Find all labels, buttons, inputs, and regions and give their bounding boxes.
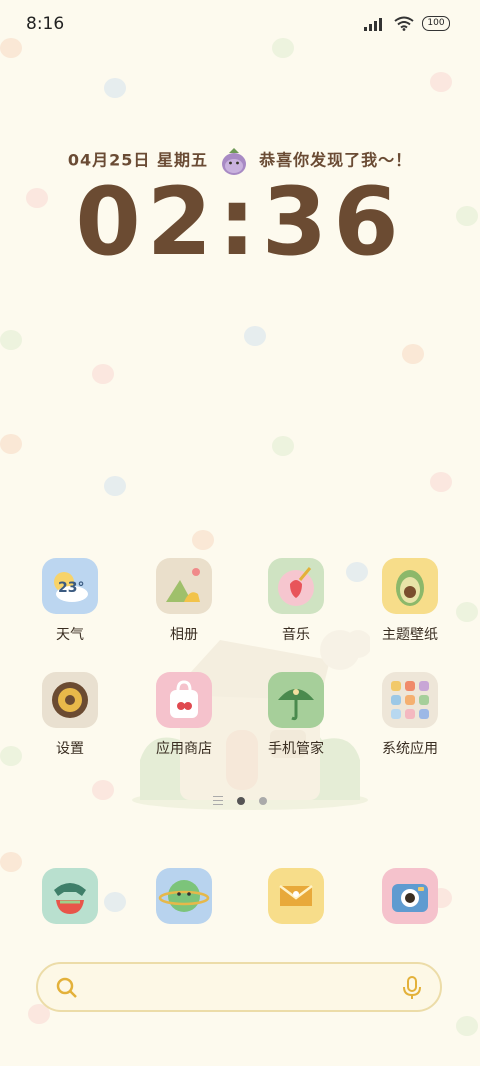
weather-temp: 23° <box>58 580 84 596</box>
easter-egg-message: 恭喜你发现了我～！ <box>259 150 413 170</box>
app-label: 音乐 <box>282 627 310 643</box>
page-dot-active[interactable] <box>237 796 245 805</box>
clock-display[interactable]: 02:36 <box>0 168 480 277</box>
system-apps-folder-icon <box>382 672 438 728</box>
app-label: 手机管家 <box>268 741 324 757</box>
app-settings[interactable]: 设置 <box>20 672 120 758</box>
background-dot <box>192 530 214 550</box>
app-phone-manager[interactable]: 手机管家 <box>246 672 346 758</box>
background-dot <box>456 1016 478 1036</box>
background-dot <box>0 330 22 350</box>
background-dot <box>0 852 22 872</box>
app-label: 系统应用 <box>382 741 438 757</box>
folder-system-apps[interactable]: 系统应用 <box>360 672 460 758</box>
browser-icon <box>156 868 212 924</box>
status-time: 8:16 <box>26 14 65 34</box>
page-dot[interactable] <box>259 796 267 805</box>
app-gallery[interactable]: 相册 <box>134 558 234 644</box>
background-dot <box>430 472 452 492</box>
app-app-store[interactable]: 应用商店 <box>134 672 234 758</box>
weather-icon: 23° <box>42 558 98 614</box>
dock-browser[interactable] <box>134 868 234 924</box>
app-label: 天气 <box>56 627 84 643</box>
security-icon <box>268 672 324 728</box>
battery-indicator: 100 <box>422 16 450 31</box>
messages-icon <box>268 868 324 924</box>
dock-phone[interactable] <box>20 868 120 924</box>
app-label: 相册 <box>170 627 198 643</box>
search-bar[interactable] <box>36 962 442 1012</box>
background-dot <box>402 344 424 364</box>
app-label: 设置 <box>56 741 84 757</box>
background-dot <box>104 476 126 496</box>
page-indicator[interactable] <box>0 796 480 805</box>
menu-lines-icon[interactable] <box>213 796 223 805</box>
phone-icon <box>42 868 98 924</box>
app-label: 主题壁纸 <box>382 627 438 643</box>
background-dot <box>92 364 114 384</box>
themes-icon <box>382 558 438 614</box>
music-icon <box>268 558 324 614</box>
app-label: 应用商店 <box>156 741 212 757</box>
dock-messages[interactable] <box>246 868 346 924</box>
background-dot <box>0 746 22 766</box>
app-music[interactable]: 音乐 <box>246 558 346 644</box>
signal-icon <box>364 17 382 31</box>
search-icon <box>56 977 77 998</box>
date-text: 04月25日 星期五 <box>67 150 208 170</box>
status-icons: 100 <box>364 16 450 31</box>
settings-icon <box>42 672 98 728</box>
background-dot <box>272 436 294 456</box>
dock-camera[interactable] <box>360 868 460 924</box>
app-weather[interactable]: 23° 天气 <box>20 558 120 644</box>
app-store-icon <box>156 672 212 728</box>
background-dot <box>104 78 126 98</box>
background-dot <box>244 326 266 346</box>
status-bar: 8:16 100 <box>0 0 480 50</box>
wifi-icon <box>394 16 414 31</box>
camera-icon <box>382 868 438 924</box>
background-dot <box>430 72 452 92</box>
app-themes[interactable]: 主题壁纸 <box>360 558 460 644</box>
background-dot <box>0 434 22 454</box>
search-input[interactable] <box>94 974 398 1002</box>
gallery-icon <box>156 558 212 614</box>
microphone-icon[interactable] <box>402 976 422 1000</box>
